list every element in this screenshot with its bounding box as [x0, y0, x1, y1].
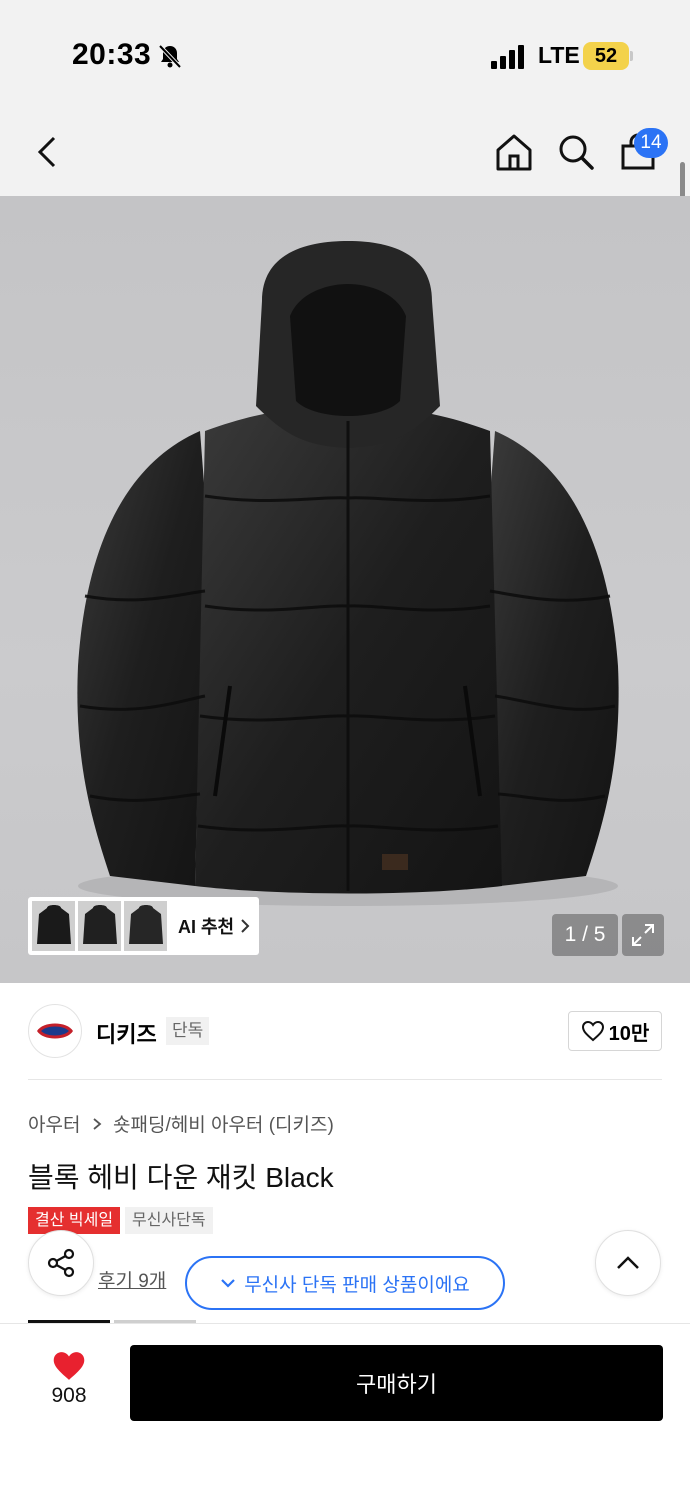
- status-time: 20:33: [72, 38, 152, 71]
- search-button[interactable]: [552, 128, 600, 176]
- brand-like-count: 10만: [608, 1022, 650, 1045]
- battery-level: 52: [583, 42, 629, 70]
- divider: [28, 1079, 662, 1080]
- dickies-logo-icon: [37, 1023, 73, 1039]
- home-button[interactable]: [490, 128, 538, 176]
- jacket-thumb-icon: [128, 905, 163, 944]
- exclusive-notice-text: 무신사 단독 판매 상품이에요: [244, 1274, 470, 1296]
- app-header: [0, 110, 690, 196]
- heart-filled-icon: [53, 1352, 85, 1380]
- brand-row: 디키즈 단독 10만: [0, 983, 690, 1080]
- scroll-top-button[interactable]: [595, 1230, 661, 1296]
- heart-outline-icon: [581, 1020, 604, 1042]
- image-counter: 1 / 5: [552, 914, 618, 956]
- review-link[interactable]: 후기 9개: [98, 1266, 166, 1293]
- sale-badge: 결산 빅세일: [28, 1207, 121, 1234]
- chevron-right-icon: [92, 1115, 107, 1136]
- brand-exclusive-tag: 단독: [166, 1017, 210, 1045]
- exclusive-notice-banner[interactable]: 무신사 단독 판매 상품이에요: [185, 1256, 505, 1310]
- back-button[interactable]: [24, 128, 72, 176]
- wishlist-button[interactable]: 908: [28, 1350, 110, 1416]
- share-icon: [47, 1248, 75, 1278]
- wishlist-count: 908: [51, 1384, 87, 1407]
- jacket-thumb-icon: [82, 905, 117, 944]
- chevron-down-icon: [221, 1279, 235, 1288]
- search-icon: [559, 135, 594, 170]
- ai-thumbnail: [124, 901, 167, 951]
- brand-like-button[interactable]: 10만: [568, 1011, 662, 1051]
- product-image[interactable]: [0, 196, 690, 983]
- brand-name[interactable]: 디키즈: [96, 1017, 157, 1049]
- share-button[interactable]: [28, 1230, 94, 1296]
- expand-image-button[interactable]: [622, 914, 664, 956]
- jacket-thumb-icon: [36, 905, 71, 944]
- brand-logo[interactable]: [28, 1004, 82, 1058]
- expand-icon: [632, 924, 654, 946]
- breadcrumb-item[interactable]: 숏패딩/헤비 아우터 (디키즈): [113, 1115, 334, 1136]
- breadcrumb: 아우터 숏패딩/헤비 아우터 (디키즈): [28, 1110, 334, 1137]
- jacket-image: [77, 241, 619, 906]
- back-icon: [37, 136, 56, 168]
- buy-button[interactable]: 구매하기: [130, 1345, 663, 1421]
- ai-thumbnail: [32, 901, 75, 951]
- battery-cap: [630, 51, 633, 61]
- ai-thumbnail: [78, 901, 121, 951]
- bell-muted-icon: [158, 44, 182, 69]
- network-type: LTE: [538, 42, 580, 68]
- bottom-action-bar: 908 구매하기: [0, 1324, 690, 1500]
- ai-recommendation-label: AI 추천: [178, 917, 235, 937]
- breadcrumb-item[interactable]: 아우터: [28, 1115, 80, 1136]
- cart-count-badge: 14: [634, 128, 668, 158]
- ai-recommendation-button[interactable]: AI 추천: [28, 897, 259, 955]
- chevron-right-icon: [241, 919, 250, 933]
- product-title: 블록 헤비 다운 재킷 Black: [28, 1162, 334, 1193]
- chevron-up-icon: [617, 1256, 639, 1269]
- exclusive-badge: 무신사단독: [125, 1207, 213, 1234]
- status-bar: 20:33 LTE 52: [0, 0, 690, 110]
- signal-icon: [491, 45, 524, 69]
- home-icon: [496, 134, 532, 171]
